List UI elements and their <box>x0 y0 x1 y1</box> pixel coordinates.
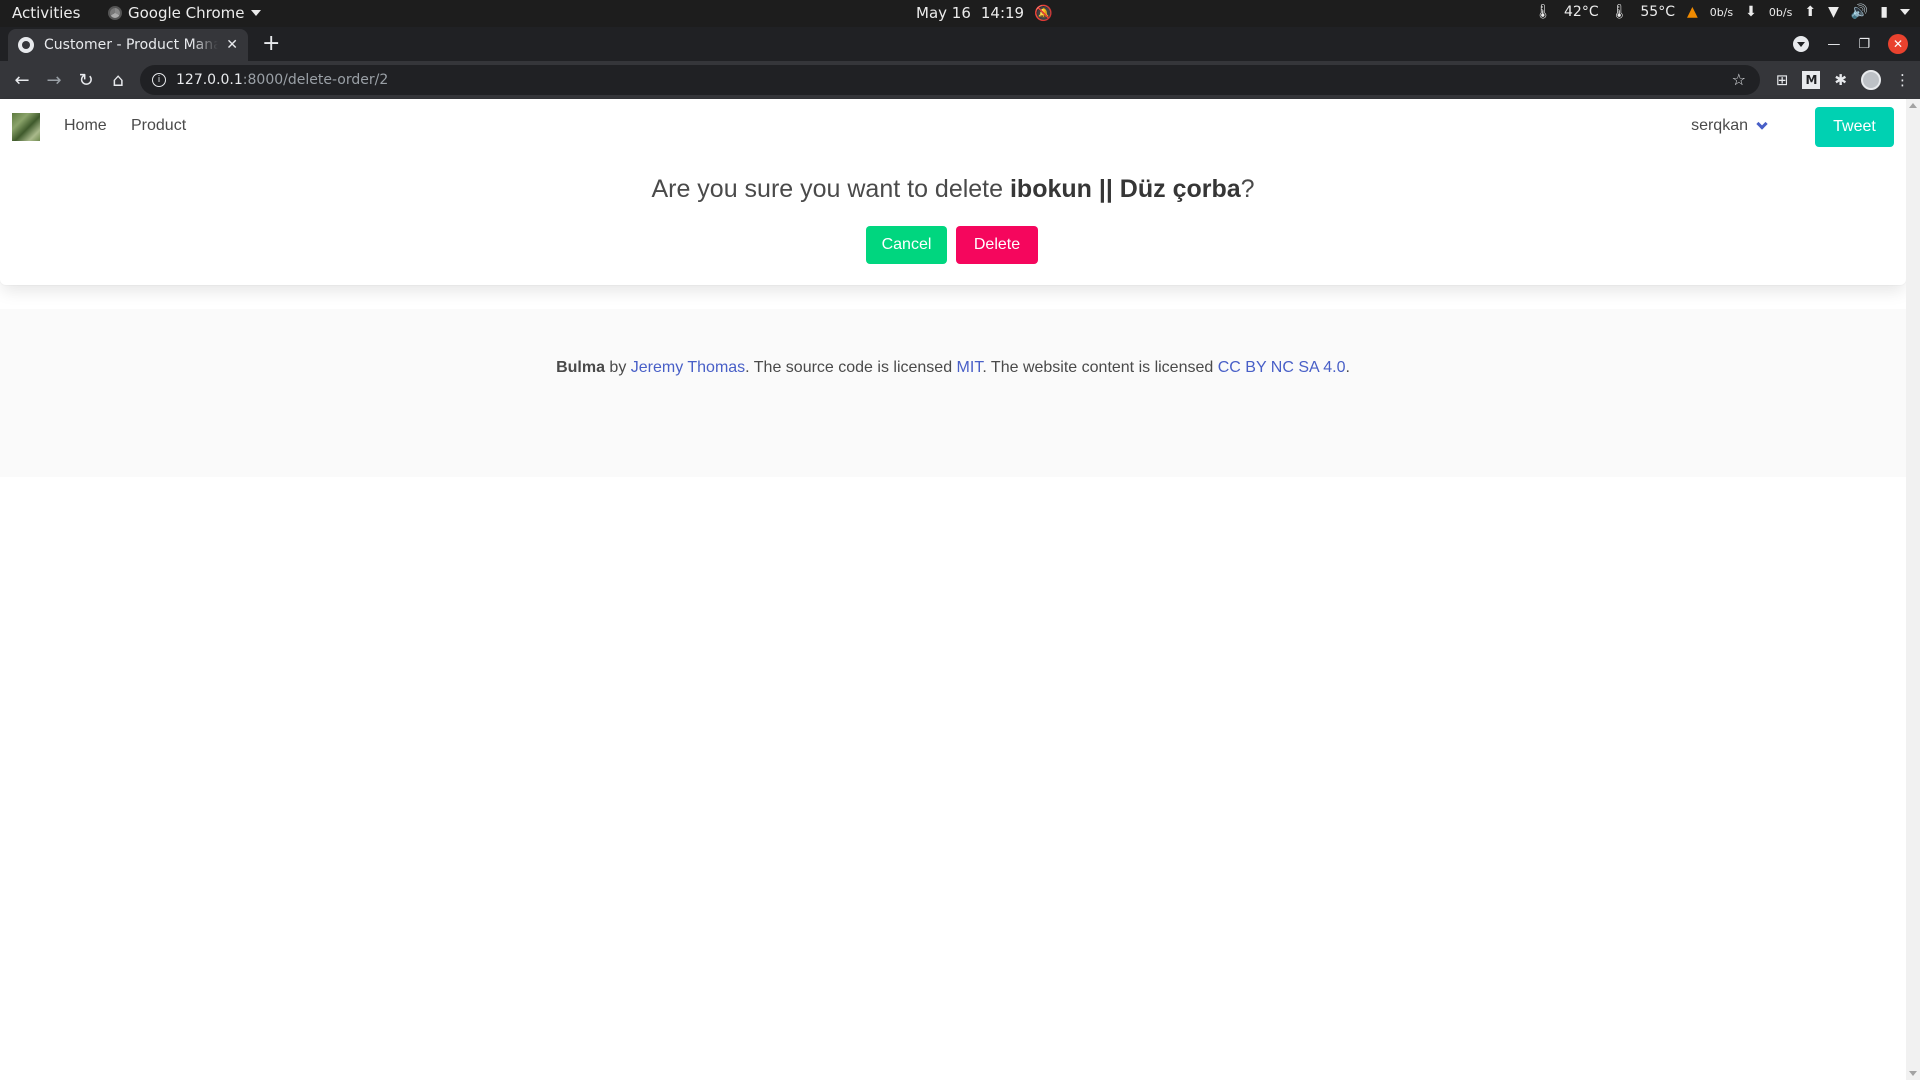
cc-license-link[interactable]: CC BY NC SA 4.0 <box>1218 359 1346 376</box>
reload-button[interactable]: ↻ <box>70 70 102 91</box>
profile-avatar[interactable] <box>1861 70 1881 90</box>
system-top-bar: Activities Google Chrome May 16 14:19 🔕 … <box>0 0 1920 27</box>
footer-text: Bulma by Jeremy Thomas. The source code … <box>0 359 1906 377</box>
browser-toolbar: ← → ↻ ⌂ i 127.0.0.1 :8000/delete-order/2… <box>0 61 1920 99</box>
gpu-temp: 55°C <box>1640 4 1675 20</box>
extensions-area: ⊞ M ✱ ⋮ <box>1776 70 1910 90</box>
tab-title: Customer - Product Mana <box>44 37 219 53</box>
delete-button[interactable]: Delete <box>956 226 1038 264</box>
nav-home-link[interactable]: Home <box>64 117 107 135</box>
system-menu-caret-icon[interactable] <box>1900 9 1910 15</box>
tab-strip: Customer - Product Mana ✕ + — ❐ ✕ <box>0 27 1920 61</box>
address-bar[interactable]: i 127.0.0.1 :8000/delete-order/2 ☆ <box>140 65 1760 95</box>
brand-logo[interactable] <box>12 113 40 141</box>
arrow-down-icon: ⬇ <box>1745 4 1757 20</box>
chrome-icon <box>108 6 122 20</box>
footer-brand: Bulma <box>556 359 605 376</box>
app-menu[interactable]: Google Chrome <box>108 4 261 22</box>
user-name: serqkan <box>1691 117 1748 134</box>
cpu-temp: 42°C <box>1564 4 1599 20</box>
footer-text-1: . The source code is licensed <box>745 359 957 376</box>
scroll-up-icon[interactable] <box>1909 103 1917 108</box>
notifications-off-icon: 🔕 <box>1034 4 1053 22</box>
m-extension-icon[interactable]: M <box>1802 71 1821 89</box>
forward-button[interactable]: → <box>38 70 70 91</box>
net-up-speed: 0b/s <box>1768 5 1793 19</box>
site-info-icon[interactable]: i <box>152 73 166 87</box>
url-host: 127.0.0.1 <box>176 72 243 88</box>
page-scrollbar[interactable] <box>1906 99 1920 1080</box>
arrow-up-icon: ⬆ <box>1804 4 1817 20</box>
caret-down-icon <box>250 10 261 16</box>
net-down-speed: 0b/s <box>1709 5 1734 19</box>
chevron-down-icon <box>1756 118 1768 130</box>
thermometer-icon: 🌡 <box>1610 4 1629 20</box>
nav-product-link[interactable]: Product <box>131 117 186 135</box>
minimize-button[interactable]: — <box>1827 37 1840 52</box>
footer-end: . <box>1345 359 1350 376</box>
close-tab-icon[interactable]: ✕ <box>226 37 238 53</box>
mit-license-link[interactable]: MIT <box>957 359 983 376</box>
tab-search-icon[interactable] <box>1793 36 1810 52</box>
delete-question: Are you sure you want to delete ibokun |… <box>0 175 1906 204</box>
chrome-menu-icon[interactable]: ⋮ <box>1895 71 1910 89</box>
site-navbar: Home Product serqkan Tweet <box>0 99 1906 155</box>
favicon-icon <box>18 37 34 53</box>
site-footer: Bulma by Jeremy Thomas. The source code … <box>0 309 1906 477</box>
user-dropdown[interactable]: serqkan <box>1691 117 1768 135</box>
author-link[interactable]: Jeremy Thomas <box>631 359 745 376</box>
footer-text-2: . The website content is licensed <box>982 359 1218 376</box>
item-name: ibokun || Düz çorba <box>1009 175 1241 203</box>
volume-icon[interactable]: 🔊 <box>1851 4 1868 20</box>
page-viewport: Home Product serqkan Tweet Are you sure … <box>0 99 1906 1080</box>
clock[interactable]: May 16 14:19 🔕 <box>916 4 1053 22</box>
scroll-down-icon[interactable] <box>1909 1071 1917 1076</box>
battery-icon[interactable]: ▮ <box>1880 4 1888 20</box>
home-button[interactable]: ⌂ <box>102 70 134 91</box>
clock-date: May 16 <box>916 4 971 22</box>
clock-time: 14:19 <box>980 4 1025 22</box>
back-button[interactable]: ← <box>6 70 38 91</box>
system-tray: 🌡 42°C 🌡 55°C ▲ 0b/s ⬇ 0b/s ⬆ ▼ 🔊 ▮ <box>1534 4 1910 20</box>
tab-active[interactable]: Customer - Product Mana ✕ <box>8 29 248 61</box>
thermometer-icon: 🌡 <box>1534 4 1552 20</box>
wifi-icon[interactable]: ▼ <box>1828 4 1839 20</box>
vlc-icon[interactable]: ▲ <box>1687 4 1698 20</box>
new-tab-button[interactable]: + <box>262 33 280 55</box>
restore-button[interactable]: ❐ <box>1858 37 1870 52</box>
footer-by: by <box>604 359 631 376</box>
confirm-actions: Cancel Delete <box>866 226 1038 264</box>
question-prefix: Are you sure you want to delete <box>651 175 1010 203</box>
question-suffix: ? <box>1240 175 1255 203</box>
extensions-puzzle-icon[interactable]: ✱ <box>1834 71 1847 89</box>
bookmark-star-icon[interactable]: ☆ <box>1732 70 1746 89</box>
tweet-button[interactable]: Tweet <box>1815 107 1894 147</box>
close-window-button[interactable]: ✕ <box>1888 34 1908 54</box>
app-menu-label: Google Chrome <box>128 4 245 22</box>
activities-button[interactable]: Activities <box>12 4 80 22</box>
reader-extension-icon[interactable]: ⊞ <box>1776 71 1789 89</box>
url-path: :8000/delete-order/2 <box>242 72 389 88</box>
cancel-button[interactable]: Cancel <box>866 226 947 264</box>
window-controls: — ❐ ✕ <box>1793 34 1908 54</box>
